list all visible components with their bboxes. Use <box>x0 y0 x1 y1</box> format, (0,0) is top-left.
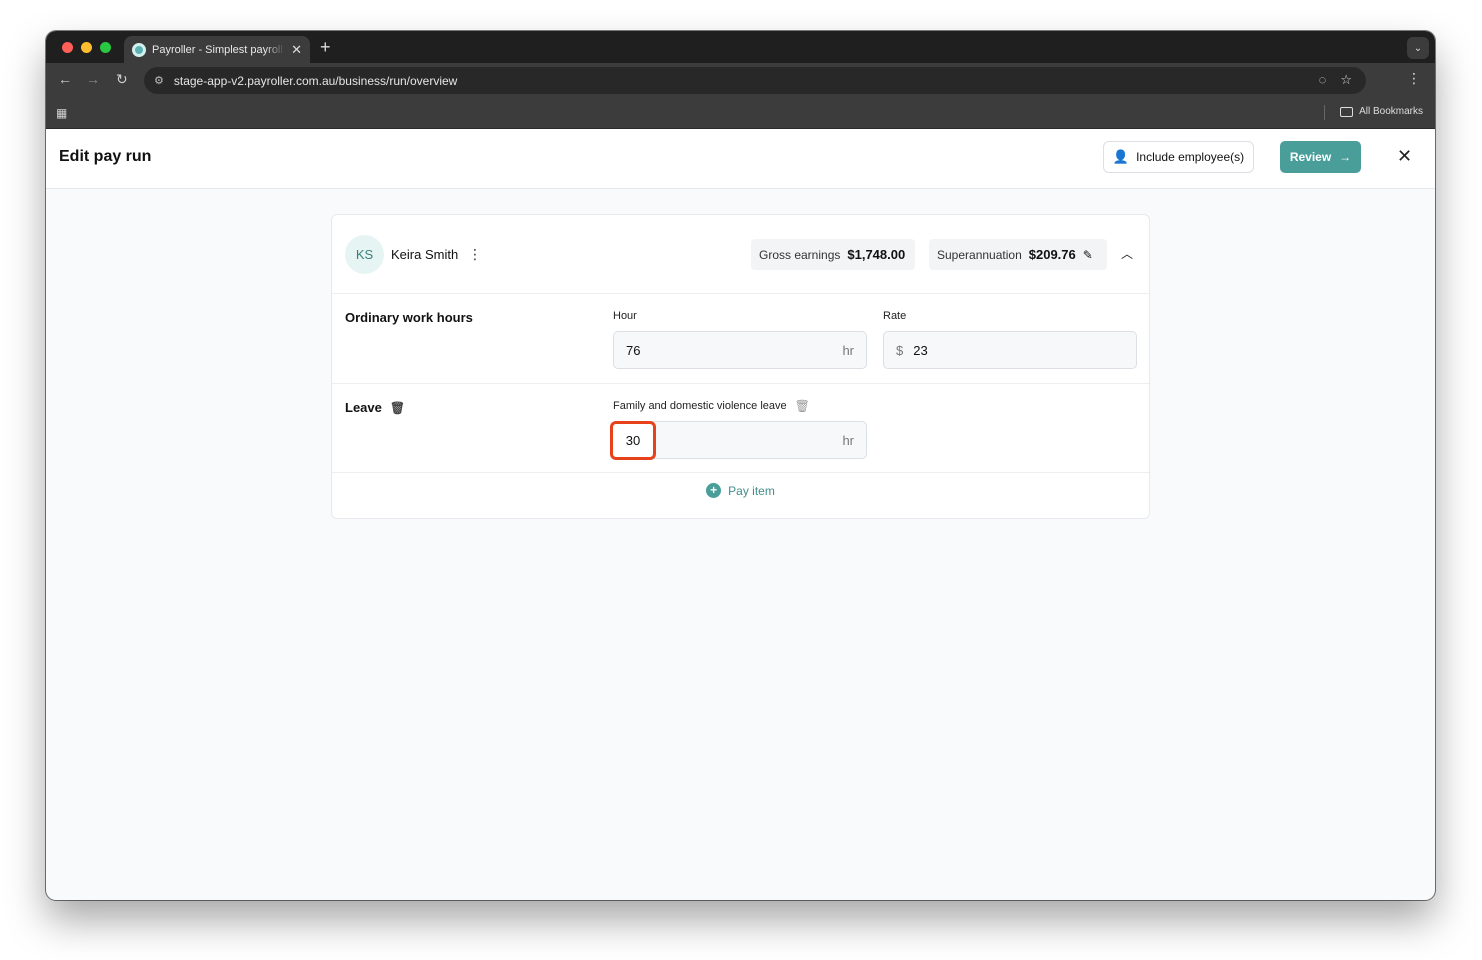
tab-title: Payroller - Simplest payroll sc <box>152 43 286 56</box>
tab-strip: Payroller - Simplest payroll sc ✕ + ⌄ <box>46 31 1435 63</box>
tab-search-icon[interactable]: ⌄ <box>1407 37 1429 59</box>
avatar: KS <box>345 235 384 274</box>
apps-grid-icon[interactable]: ▦ <box>56 106 67 120</box>
folder-icon <box>1340 106 1354 117</box>
plus-circle-icon: + <box>706 483 722 498</box>
leave-label: Leave <box>345 400 382 415</box>
all-bookmarks-label: All Bookmarks <box>1359 106 1423 117</box>
superannuation-value: $209.76 <box>1028 247 1076 262</box>
close-tab-icon[interactable]: ✕ <box>291 42 302 58</box>
bookmarks-bar: ▦ All Bookmarks <box>46 97 1435 129</box>
browser-window: Payroller - Simplest payroll sc ✕ + ⌄ ← … <box>46 31 1435 900</box>
rate-input[interactable]: $ 23 <box>883 331 1137 369</box>
bookmarks-divider <box>1324 105 1325 120</box>
employee-header: KS Keira Smith ⋮ Gross earnings $1,748.0… <box>332 215 1149 294</box>
superannuation-label: Superannuation <box>937 247 1022 262</box>
gross-earnings-value: $1,748.00 <box>847 247 906 262</box>
chevron-up-icon[interactable]: ︿ <box>1121 245 1133 262</box>
employee-menu-icon[interactable]: ⋮ <box>468 246 482 263</box>
address-bar[interactable]: ⚙ stage-app-v2.payroller.com.au/business… <box>144 67 1366 94</box>
all-bookmarks-button[interactable]: All Bookmarks <box>1340 106 1423 117</box>
dollar-prefix: $ <box>896 342 904 358</box>
gross-earnings-label: Gross earnings <box>759 247 841 262</box>
trash-icon[interactable]: 🗑 <box>390 401 405 415</box>
rate-value: 23 <box>913 342 928 358</box>
minimize-window-button[interactable] <box>81 42 92 53</box>
add-pay-item-button[interactable]: + Pay item <box>332 483 1149 498</box>
leave-type-label: Family and domestic violence leave <box>613 400 787 412</box>
forward-icon[interactable]: → <box>86 71 100 87</box>
window-controls <box>62 42 111 53</box>
eye-off-icon[interactable]: ◌ <box>1319 72 1327 88</box>
gross-earnings-badge: Gross earnings $1,748.00 <box>751 239 915 270</box>
page-title: Edit pay run <box>59 148 152 165</box>
superannuation-badge: Superannuation $209.76 ✎ <box>929 239 1107 270</box>
bookmark-star-icon[interactable]: ☆ <box>1340 72 1352 88</box>
ordinary-hours-label: Ordinary work hours <box>345 310 473 325</box>
trash-icon[interactable]: 🗑 <box>795 399 810 413</box>
hour-suffix: hr <box>842 342 854 358</box>
leave-heading: Leave 🗑 <box>345 400 405 415</box>
leave-hours-value-highlight[interactable]: 30 <box>610 421 656 460</box>
hour-label: Hour <box>613 310 637 322</box>
leave-hours-suffix: hr <box>842 432 854 448</box>
maximize-window-button[interactable] <box>100 42 111 53</box>
new-tab-icon[interactable]: + <box>320 37 331 58</box>
close-window-button[interactable] <box>62 42 73 53</box>
browser-tab[interactable]: Payroller - Simplest payroll sc ✕ <box>124 36 310 63</box>
add-person-icon: 👤 <box>1112 149 1130 164</box>
site-settings-icon[interactable]: ⚙ <box>154 74 164 87</box>
back-icon[interactable]: ← <box>58 71 72 87</box>
browser-menu-icon[interactable]: ⋮ <box>1407 70 1421 87</box>
reload-icon[interactable]: ↻ <box>116 71 128 88</box>
favicon-icon <box>132 42 146 57</box>
arrow-right-icon: → <box>1339 150 1352 164</box>
leave-hours-value: 30 <box>625 433 641 448</box>
leave-type-heading: Family and domestic violence leave 🗑 <box>613 399 810 413</box>
pay-item-label: Pay item <box>728 483 775 498</box>
review-label: Review <box>1289 150 1332 164</box>
close-icon[interactable]: ✕ <box>1397 146 1412 167</box>
rate-label: Rate <box>883 310 907 322</box>
url-text: stage-app-v2.payroller.com.au/business/r… <box>173 73 458 88</box>
pencil-icon[interactable]: ✎ <box>1083 248 1093 262</box>
include-employees-label: Include employee(s) <box>1136 150 1245 164</box>
app-header: Edit pay run 👤 Include employee(s) Revie… <box>46 129 1435 189</box>
review-button[interactable]: Review → <box>1280 141 1361 173</box>
employee-name: Keira Smith <box>391 247 459 262</box>
browser-toolbar: ← → ↻ ⚙ stage-app-v2.payroller.com.au/bu… <box>46 63 1435 97</box>
ordinary-hours-row: Ordinary work hours Hour 76 hr Rate $ 23 <box>332 294 1149 384</box>
hour-value: 76 <box>626 342 641 358</box>
include-employees-button[interactable]: 👤 Include employee(s) <box>1103 141 1254 173</box>
hour-input[interactable]: 76 hr <box>613 331 867 369</box>
leave-row: Leave 🗑 Family and domestic violence lea… <box>332 384 1149 473</box>
employee-pay-card: KS Keira Smith ⋮ Gross earnings $1,748.0… <box>331 214 1150 519</box>
